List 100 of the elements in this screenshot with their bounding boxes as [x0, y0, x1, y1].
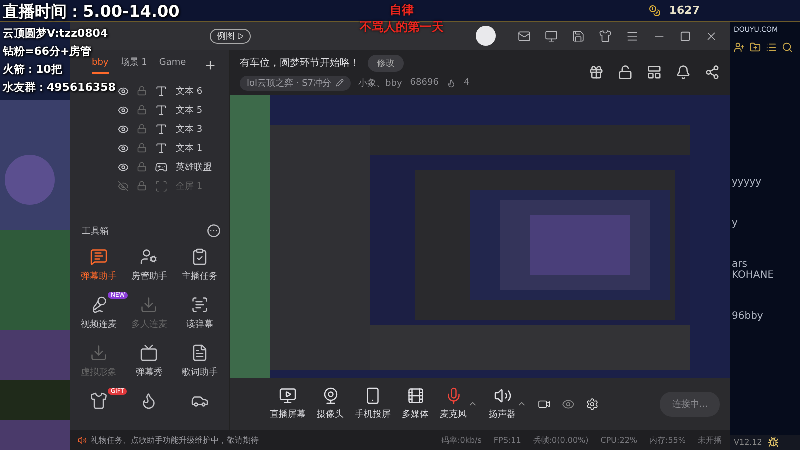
settings-icon[interactable]: [586, 398, 599, 410]
microphone-icon: [90, 296, 108, 314]
text-layer-icon: [155, 122, 168, 136]
text-layer-icon: [155, 142, 168, 155]
add-icon[interactable]: [204, 59, 217, 72]
lock-icon[interactable]: [137, 105, 147, 116]
tv-icon: [140, 344, 158, 362]
download-icon: [140, 296, 158, 314]
play-icon: [237, 32, 244, 40]
tool-item[interactable]: 主播任务: [174, 248, 225, 286]
download-icon: [90, 344, 108, 362]
chat-icon: [90, 248, 108, 266]
film-icon: [406, 387, 424, 405]
version-label: V12.12: [734, 438, 762, 447]
friend-name[interactable]: ars: [730, 259, 800, 270]
lock-icon[interactable]: [137, 143, 147, 154]
coin-count: 1627: [669, 4, 700, 17]
monitor-icon: [279, 387, 297, 405]
share-icon[interactable]: [705, 65, 720, 80]
friend-name[interactable]: 96bby: [730, 311, 800, 322]
source-button[interactable]: 手机投屏: [355, 387, 391, 421]
layer-name[interactable]: 文本 1: [176, 142, 203, 155]
search-icon[interactable]: [782, 42, 793, 53]
overlay-text: 钻粉=66分+房管: [3, 44, 92, 59]
text-layer-icon: [155, 104, 168, 117]
list-icon[interactable]: [766, 42, 777, 53]
eye-icon[interactable]: [118, 124, 129, 135]
source-button[interactable]: 麦克风: [440, 387, 467, 421]
folder-icon[interactable]: [750, 42, 761, 53]
overlay-text: 火箭：10把: [3, 62, 62, 77]
eye-icon[interactable]: [562, 398, 575, 410]
menu-icon[interactable]: [626, 30, 639, 42]
scene-tab[interactable]: 场景 1: [120, 56, 148, 76]
save-icon[interactable]: [572, 30, 585, 42]
source-button[interactable]: 直播屏幕: [270, 387, 306, 421]
example-button[interactable]: 例图: [210, 28, 251, 44]
tool-item[interactable]: 歌词助手: [174, 344, 225, 382]
friend-name[interactable]: y: [730, 218, 800, 229]
host-name: 小象、bby: [358, 78, 402, 90]
status-stat: 丢帧:0(0.00%): [533, 434, 589, 446]
status-notice: 礼物任务、点歌助手功能升级维护中，敬请期待: [91, 434, 259, 446]
status-stat: FPS:11: [494, 436, 522, 444]
monitor-icon[interactable]: [545, 30, 558, 42]
overlay-text: 水友群：495616358: [3, 80, 116, 95]
user-gear-icon: [140, 248, 158, 266]
friend-name[interactable]: KOHANE: [730, 270, 800, 281]
overlay-text: 云顶圆梦V:tzz0804: [3, 26, 108, 41]
coin-icon: [649, 4, 662, 16]
gift-icon[interactable]: [589, 65, 604, 80]
tool-item[interactable]: 房管助手: [124, 248, 175, 286]
fan-count: 4: [464, 78, 470, 88]
friend-name[interactable]: yyyyy: [730, 177, 800, 188]
status-stat: 码率:0kb/s: [442, 434, 482, 446]
layer-name[interactable]: 文本 6: [176, 84, 203, 98]
scan-text-icon: [190, 296, 209, 314]
frame-icon: [155, 180, 168, 193]
tool-item[interactable]: 弹幕秀: [124, 344, 175, 382]
room-notice: 有车位，圆梦环节开始咯！: [240, 56, 360, 70]
eye-icon[interactable]: [118, 104, 129, 116]
mail-icon[interactable]: [518, 30, 531, 42]
scene-tab[interactable]: Game: [159, 58, 186, 74]
layer-name[interactable]: 文本 5: [176, 104, 203, 117]
motto-text: 自律: [390, 2, 414, 19]
speaker-icon: [494, 387, 512, 405]
eye-icon[interactable]: [118, 142, 129, 154]
room-id: 68696: [410, 78, 439, 88]
eye-off-icon[interactable]: [118, 180, 129, 192]
edit-button[interactable]: 修改: [368, 54, 404, 72]
lock-icon[interactable]: [137, 162, 147, 172]
scene-tab[interactable]: bby: [92, 58, 109, 74]
shirt-icon: [90, 392, 108, 410]
bell-icon[interactable]: [676, 65, 691, 80]
gamepad-icon: [155, 160, 168, 174]
category-tag[interactable]: lol云顶之弈 · S7冲分: [240, 76, 351, 90]
eye-icon[interactable]: [118, 86, 129, 97]
lock-icon[interactable]: [137, 124, 147, 134]
source-button[interactable]: 扬声器: [489, 387, 516, 421]
layer-name[interactable]: 文本 3: [176, 122, 203, 136]
tool-item[interactable]: 读弹幕: [174, 296, 225, 334]
maximize-icon[interactable]: [680, 30, 691, 42]
lock-icon[interactable]: [137, 86, 147, 96]
shirt-icon[interactable]: [599, 30, 612, 42]
tool-item[interactable]: 弹幕助手: [74, 248, 124, 286]
flame-icon: [446, 78, 456, 88]
text-layer-icon: [155, 84, 168, 98]
layer-name[interactable]: 英雄联盟: [176, 160, 212, 174]
pencil-icon: [336, 79, 344, 87]
eye-icon[interactable]: [118, 162, 129, 173]
layout-icon[interactable]: [647, 65, 662, 80]
source-button[interactable]: 摄像头: [317, 387, 344, 421]
document-icon: [190, 344, 209, 362]
source-button[interactable]: 多媒体: [402, 387, 429, 421]
more-icon[interactable]: [207, 224, 221, 238]
unlock-icon[interactable]: [618, 65, 633, 80]
status-stat: 内存:55%: [650, 434, 686, 446]
overlay-text: 直播时间：5.00-14.00: [3, 2, 180, 23]
add-user-icon[interactable]: [734, 42, 745, 53]
bug-icon[interactable]: [768, 437, 780, 448]
lock-icon[interactable]: [137, 181, 147, 192]
avatar[interactable]: [476, 26, 496, 46]
